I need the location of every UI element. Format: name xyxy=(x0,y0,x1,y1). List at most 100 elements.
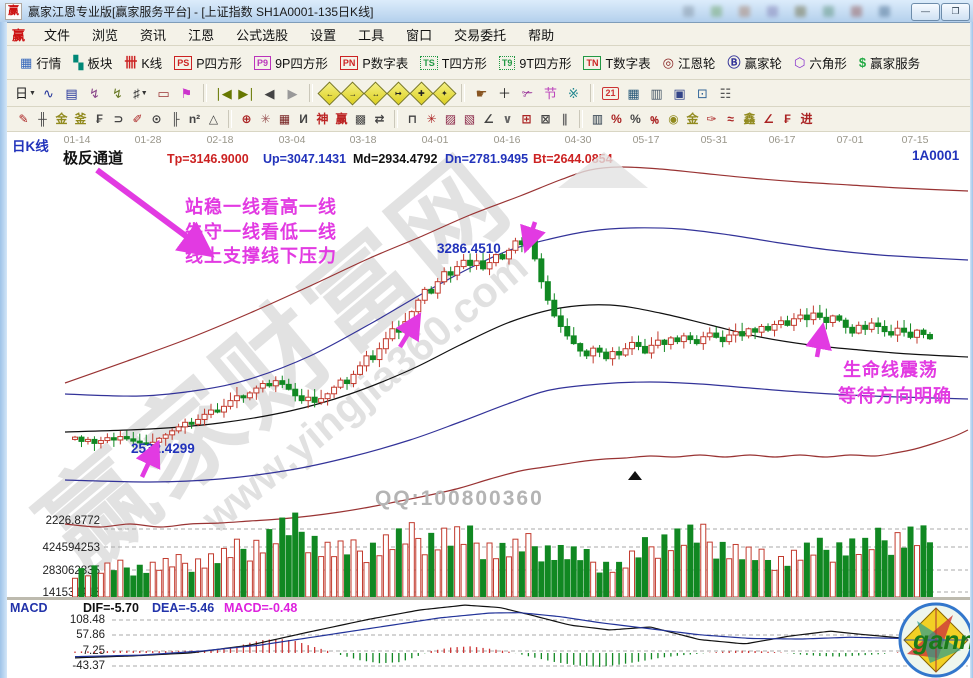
draw-tool-6[interactable]: ✐ xyxy=(128,110,147,128)
menu-item-5[interactable]: 设置 xyxy=(299,23,347,46)
draw-tool-3[interactable]: 釜 xyxy=(71,110,90,128)
draw-tool-33[interactable]: % xyxy=(626,110,645,128)
tool-10[interactable]: ▶∣ xyxy=(235,84,258,103)
menu-item-4[interactable]: 公式选股 xyxy=(225,23,299,46)
tool-27[interactable]: 21 xyxy=(599,84,622,103)
draw-tool-0[interactable]: ✎ xyxy=(14,110,33,128)
main-tool-8[interactable]: TNT数字表 xyxy=(577,51,656,74)
draw-tool-21[interactable]: ⊓ xyxy=(403,110,422,128)
main-tool-4[interactable]: P99P四方形 xyxy=(248,51,334,74)
draw-tool-13[interactable]: ✳ xyxy=(256,110,275,128)
tool-24[interactable]: 节 xyxy=(539,84,562,103)
tool-11[interactable]: ◀ xyxy=(258,84,281,103)
main-tool-12[interactable]: $赢家服务 xyxy=(853,51,926,74)
tray-icon-5[interactable] xyxy=(823,6,834,17)
tool-28[interactable]: ▦ xyxy=(622,84,645,103)
draw-tool-4[interactable]: ₣ xyxy=(90,110,109,128)
tool-29[interactable]: ▥ xyxy=(645,84,668,103)
minimize-button[interactable]: — xyxy=(911,3,940,21)
draw-tool-27[interactable]: ⊞ xyxy=(517,110,536,128)
menu-item-6[interactable]: 工具 xyxy=(347,23,395,46)
draw-tool-10[interactable]: △ xyxy=(204,110,223,128)
draw-tool-32[interactable]: % xyxy=(607,110,626,128)
tray-icon-1[interactable] xyxy=(711,6,722,17)
menu-item-1[interactable]: 浏览 xyxy=(81,23,129,46)
draw-tool-39[interactable]: 鑫 xyxy=(740,110,759,128)
tool-19[interactable]: ✦ xyxy=(432,81,456,105)
main-tool-9[interactable]: ◎江恩轮 xyxy=(657,51,722,74)
draw-tool-23[interactable]: ▨ xyxy=(441,110,460,128)
draw-tool-35[interactable]: ◉ xyxy=(664,110,683,128)
menu-item-7[interactable]: 窗口 xyxy=(395,23,443,46)
tray-icon-6[interactable] xyxy=(851,6,862,17)
draw-tool-34[interactable]: ﹪ xyxy=(645,110,664,128)
tray-icon-2[interactable] xyxy=(739,6,750,17)
draw-tool-40[interactable]: ∠ xyxy=(759,110,778,128)
draw-tool-18[interactable]: ▩ xyxy=(351,110,370,128)
main-tool-11[interactable]: ⬡六角形 xyxy=(788,51,853,74)
draw-tool-17[interactable]: 赢 xyxy=(332,110,351,128)
draw-tool-31[interactable]: ▥ xyxy=(588,110,607,128)
tool-9[interactable]: ∣◀ xyxy=(212,84,235,103)
main-tool-7[interactable]: T99T四方形 xyxy=(493,51,578,74)
tray-icon-3[interactable] xyxy=(767,6,778,17)
tray-icon-7[interactable] xyxy=(879,6,890,17)
draw-tool-29[interactable]: ∥ xyxy=(555,110,574,128)
draw-tool-8[interactable]: ╟ xyxy=(166,110,185,128)
tool-31[interactable]: ⊡ xyxy=(691,84,714,103)
menu-item-9[interactable]: 帮助 xyxy=(517,23,565,46)
main-tool-0[interactable]: ▦行情 xyxy=(14,51,67,74)
main-tool-3[interactable]: PSP四方形 xyxy=(168,51,248,74)
tool-17[interactable]: ↦ xyxy=(386,81,410,105)
draw-tool-16[interactable]: 神 xyxy=(313,110,332,128)
tool-5[interactable]: ♯▼ xyxy=(129,84,152,103)
tool-4[interactable]: ↯ xyxy=(106,84,129,103)
menu-item-8[interactable]: 交易委托 xyxy=(443,23,517,46)
menu-item-3[interactable]: 江恩 xyxy=(177,23,225,46)
tool-3[interactable]: ↯ xyxy=(83,84,106,103)
main-tool-5[interactable]: PNP数字表 xyxy=(334,51,414,74)
draw-tool-26[interactable]: ∨ xyxy=(498,110,517,128)
tool-23[interactable]: ✃ xyxy=(516,84,539,103)
tool-18[interactable]: ✚ xyxy=(409,81,433,105)
draw-tool-37[interactable]: ✑ xyxy=(702,110,721,128)
draw-tool-2[interactable]: 金 xyxy=(52,110,71,128)
tool-2[interactable]: ▤ xyxy=(60,84,83,103)
draw-tool-19[interactable]: ⇄ xyxy=(370,110,389,128)
pane-separator[interactable] xyxy=(7,597,970,600)
tray-icon-0[interactable] xyxy=(683,6,694,17)
draw-tool-5[interactable]: ⊃ xyxy=(109,110,128,128)
draw-tool-25[interactable]: ∠ xyxy=(479,110,498,128)
tool-16[interactable]: ↔ xyxy=(363,81,387,105)
tool-22[interactable]: ＋ xyxy=(493,84,516,103)
tool-6[interactable]: ▭ xyxy=(152,84,175,103)
tool-7[interactable]: ⚑ xyxy=(175,84,198,103)
title-bar[interactable]: 赢 赢家江恩专业版[赢家服务平台] - [上证指数 SH1A0001-135日K… xyxy=(0,0,973,23)
draw-tool-7[interactable]: ⊙ xyxy=(147,110,166,128)
chart-area[interactable]: 赢家财富网 www.yingjia360.com 01-1401-2802-18… xyxy=(0,132,973,678)
main-tool-10[interactable]: Ⓑ赢家轮 xyxy=(721,51,788,74)
menu-item-0[interactable]: 文件 xyxy=(33,23,81,46)
main-tool-2[interactable]: 卌K线 xyxy=(118,51,168,74)
draw-tool-41[interactable]: ₣ xyxy=(778,110,797,128)
main-tool-6[interactable]: TST四方形 xyxy=(414,51,493,74)
tool-0[interactable]: 日▼ xyxy=(14,84,37,103)
tool-30[interactable]: ▣ xyxy=(668,84,691,103)
tool-32[interactable]: ☷ xyxy=(714,84,737,103)
tool-12[interactable]: ▶ xyxy=(281,84,304,103)
draw-tool-14[interactable]: ▦ xyxy=(275,110,294,128)
maximize-button[interactable]: ❐ xyxy=(941,3,970,21)
tool-15[interactable]: → xyxy=(340,81,364,105)
tray-icon-4[interactable] xyxy=(795,6,806,17)
tool-1[interactable]: ∿ xyxy=(37,84,60,103)
draw-tool-28[interactable]: ⊠ xyxy=(536,110,555,128)
draw-tool-36[interactable]: 金 xyxy=(683,110,702,128)
draw-tool-22[interactable]: ✳ xyxy=(422,110,441,128)
draw-tool-12[interactable]: ⊕ xyxy=(237,110,256,128)
tool-25[interactable]: ※ xyxy=(562,84,585,103)
draw-tool-9[interactable]: n² xyxy=(185,110,204,128)
kline-chart[interactable]: 01-1401-2802-1803-0403-1804-0104-1604-30… xyxy=(0,132,973,678)
tool-14[interactable]: ← xyxy=(317,81,341,105)
menu-item-2[interactable]: 资讯 xyxy=(129,23,177,46)
draw-tool-15[interactable]: И xyxy=(294,110,313,128)
